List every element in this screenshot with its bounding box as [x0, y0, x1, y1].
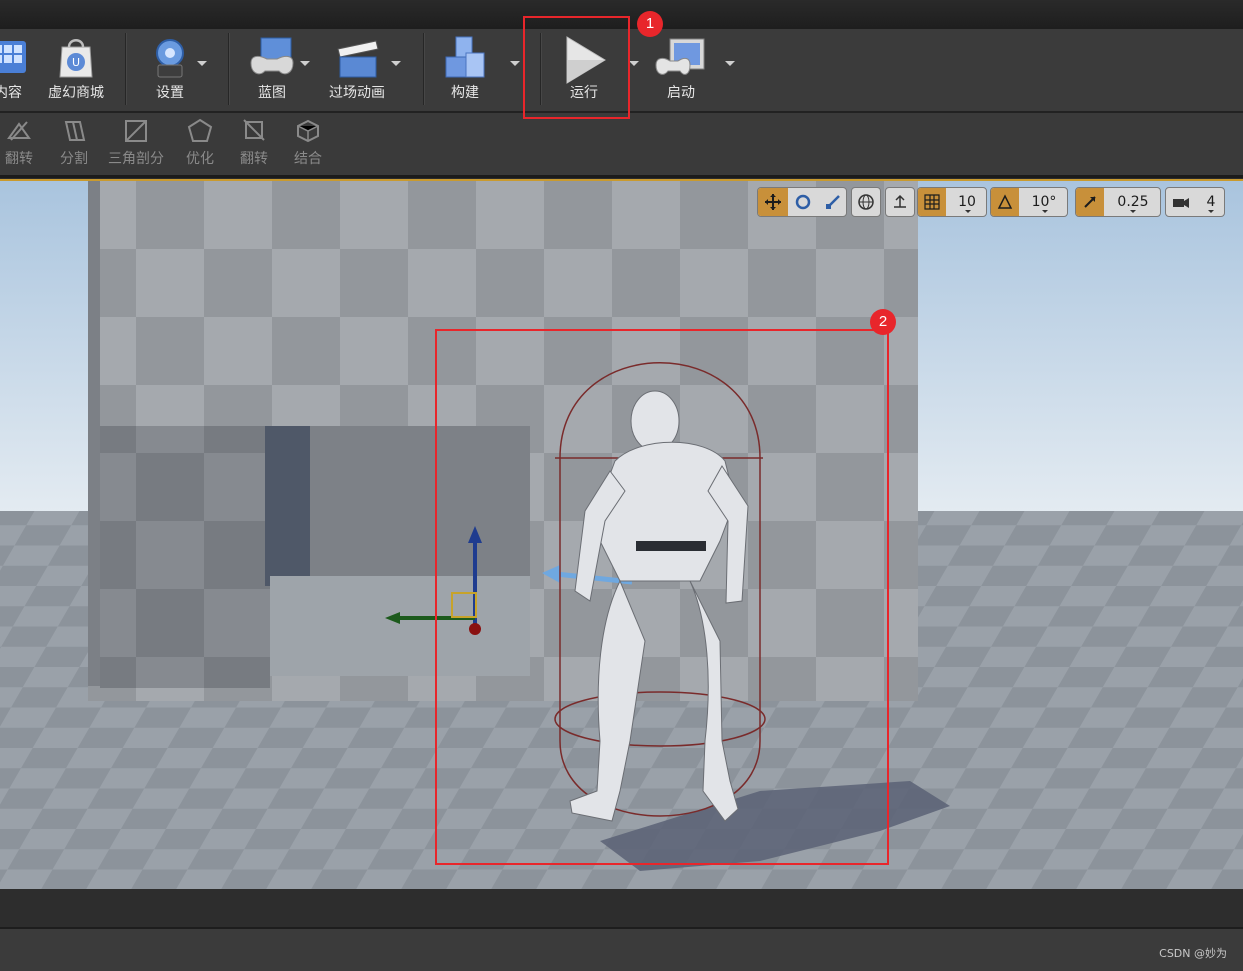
grid-snap-toggle[interactable] — [918, 188, 946, 216]
blueprints-label: 蓝图 — [258, 85, 286, 101]
annotation-badge-2: 2 — [870, 309, 896, 335]
geo-flip-label: 翻转 — [5, 151, 33, 167]
cinematics-label: 过场动画 — [329, 85, 385, 101]
annotation-box-1 — [523, 16, 630, 119]
geo-optimize-button[interactable]: 优化 — [180, 113, 220, 175]
move-arrows-icon — [765, 194, 781, 210]
content-button[interactable]: 内容 — [0, 29, 36, 111]
grid-snap-group: 10 — [917, 187, 987, 217]
toolbar-separator — [423, 33, 424, 105]
clapperboard-icon — [337, 40, 379, 78]
marketplace-button[interactable]: U 虚幻商城 — [40, 29, 112, 111]
camera-icon — [1173, 198, 1189, 208]
grid-icon — [924, 194, 940, 210]
angle-icon — [997, 194, 1013, 209]
settings-gear-icon — [156, 39, 184, 78]
viewport-bottom-bar — [0, 889, 1243, 929]
launch-dropdown-caret[interactable] — [725, 61, 735, 66]
geo-flip-button-2[interactable]: 翻转 — [234, 113, 274, 175]
grid-snap-caret — [965, 210, 971, 213]
geo-split-label: 分割 — [60, 151, 88, 167]
settings-button[interactable]: 设置 — [138, 29, 202, 111]
scale-mode-button[interactable] — [818, 188, 846, 216]
geo-merge-label: 结合 — [294, 151, 322, 167]
rotate-icon — [795, 194, 811, 210]
rotate-mode-button[interactable] — [788, 188, 818, 216]
world-local-button[interactable] — [851, 187, 881, 217]
camera-speed-group[interactable]: 4 — [1165, 187, 1225, 217]
launch-button[interactable]: 启动 — [646, 29, 716, 111]
status-bar — [0, 929, 1243, 971]
toolbar-separator — [125, 33, 126, 105]
geo-optimize-label: 优化 — [186, 151, 214, 167]
geo-merge-button[interactable]: 结合 — [288, 113, 328, 175]
flip-icon — [7, 121, 31, 141]
toolbar-separator — [228, 33, 229, 105]
rotation-snap-toggle[interactable] — [991, 188, 1019, 216]
scale-snap-caret — [1130, 210, 1136, 213]
optimize-icon — [187, 118, 213, 142]
scale-snap-toggle[interactable] — [1076, 188, 1104, 216]
build-dropdown-caret[interactable] — [510, 61, 520, 66]
merge-icon — [297, 119, 319, 143]
flip-icon — [243, 119, 265, 141]
annotation-badge-1: 1 — [637, 11, 663, 37]
surface-snap-button[interactable] — [885, 187, 915, 217]
launch-icon — [655, 38, 705, 75]
surface-snap-icon — [894, 194, 906, 208]
geo-flip-button[interactable]: 翻转 — [0, 113, 38, 175]
triangulate-icon — [125, 120, 147, 142]
split-icon — [64, 121, 86, 141]
transform-mode-group — [757, 187, 847, 217]
translate-mode-button[interactable] — [758, 188, 788, 216]
content-browser-icon — [0, 41, 26, 73]
cinematics-dropdown-caret[interactable] — [391, 61, 401, 66]
build-label: 构建 — [451, 85, 479, 101]
play-dropdown-caret[interactable] — [629, 61, 639, 66]
rotation-snap-caret — [1042, 210, 1048, 213]
blueprint-gamepad-icon — [250, 37, 294, 75]
content-label: 内容 — [0, 85, 22, 101]
scale-icon — [826, 195, 840, 209]
build-blocks-icon — [445, 36, 485, 78]
scale-snap-group: 0.25 — [1075, 187, 1161, 217]
cinematics-button[interactable]: 过场动画 — [322, 29, 392, 111]
geo-flip-label-2: 翻转 — [240, 151, 268, 167]
blueprints-button[interactable]: 蓝图 — [240, 29, 304, 111]
camera-speed-caret — [1208, 210, 1214, 213]
geo-triangulate-label: 三角剖分 — [108, 151, 164, 167]
annotation-box-2 — [435, 329, 889, 865]
geo-triangulate-button[interactable]: 三角剖分 — [104, 113, 168, 175]
marketplace-label: 虚幻商城 — [48, 85, 104, 101]
globe-icon — [858, 194, 874, 210]
settings-label: 设置 — [156, 85, 184, 101]
svg-text:U: U — [72, 56, 80, 69]
scale-snap-icon — [1084, 196, 1096, 208]
rotation-snap-group: 10° — [990, 187, 1068, 217]
build-button[interactable]: 构建 — [432, 29, 498, 111]
launch-label: 启动 — [667, 85, 695, 101]
marketplace-bag-icon: U — [59, 39, 93, 78]
blueprints-dropdown-caret[interactable] — [300, 61, 310, 66]
settings-dropdown-caret[interactable] — [197, 61, 207, 66]
watermark-text: CSDN @妙为 — [1159, 947, 1227, 960]
doorway — [265, 426, 310, 586]
left-block — [100, 426, 270, 688]
geometry-toolbar: 翻转 分割 三角剖分 优化 翻转 结合 — [0, 113, 1243, 178]
geo-split-button[interactable]: 分割 — [52, 113, 96, 175]
